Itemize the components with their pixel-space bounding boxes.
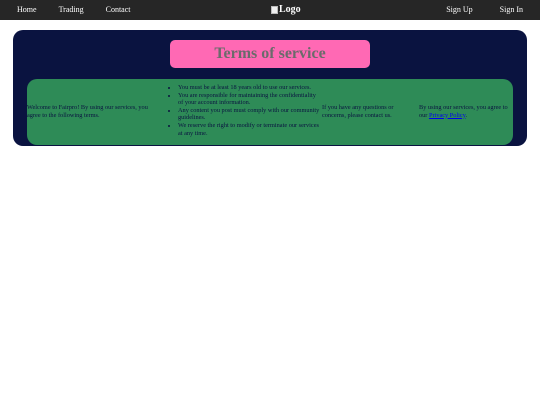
terms-panel: Terms of service Welcome to Fairpro! By … xyxy=(13,30,527,146)
list-item: You must be at least 18 years old to use… xyxy=(178,84,320,92)
nav-trading-link[interactable]: Trading xyxy=(59,5,84,14)
signin-link[interactable]: Sign In xyxy=(500,5,523,14)
nav-right-group: Sign Up Sign In xyxy=(419,5,523,14)
nav-home-link[interactable]: Home xyxy=(17,5,37,14)
terms-content: Welcome to Fairpro! By using our service… xyxy=(27,79,513,145)
list-item: Any content you post must comply with ou… xyxy=(178,107,320,122)
logo[interactable]: Logo xyxy=(271,4,301,15)
privacy-note: By using our services, you agree to our … xyxy=(419,104,511,119)
top-navigation-bar: Home Trading Contact Logo Sign Up Sign I… xyxy=(0,0,540,20)
nav-contact-link[interactable]: Contact xyxy=(106,5,131,14)
nav-left-group: Home Trading Contact xyxy=(17,5,153,14)
terms-list-column: You must be at least 18 years old to use… xyxy=(170,84,320,137)
list-item: We reserve the right to modify or termin… xyxy=(178,122,320,137)
privacy-policy-link[interactable]: Privacy Policy xyxy=(429,112,466,119)
logo-alt-text: Logo xyxy=(279,4,301,15)
privacy-suffix: . xyxy=(465,111,468,119)
broken-image-icon xyxy=(271,5,278,14)
terms-list: You must be at least 18 years old to use… xyxy=(170,84,320,137)
title-banner: Terms of service xyxy=(170,40,370,68)
contact-note: If you have any questions or concerns, p… xyxy=(322,104,394,119)
list-item: You are responsible for maintaining the … xyxy=(178,92,320,107)
terms-intro: Welcome to Fairpro! By using our service… xyxy=(27,104,148,119)
page-title: Terms of service xyxy=(214,45,326,62)
signup-link[interactable]: Sign Up xyxy=(446,5,472,14)
